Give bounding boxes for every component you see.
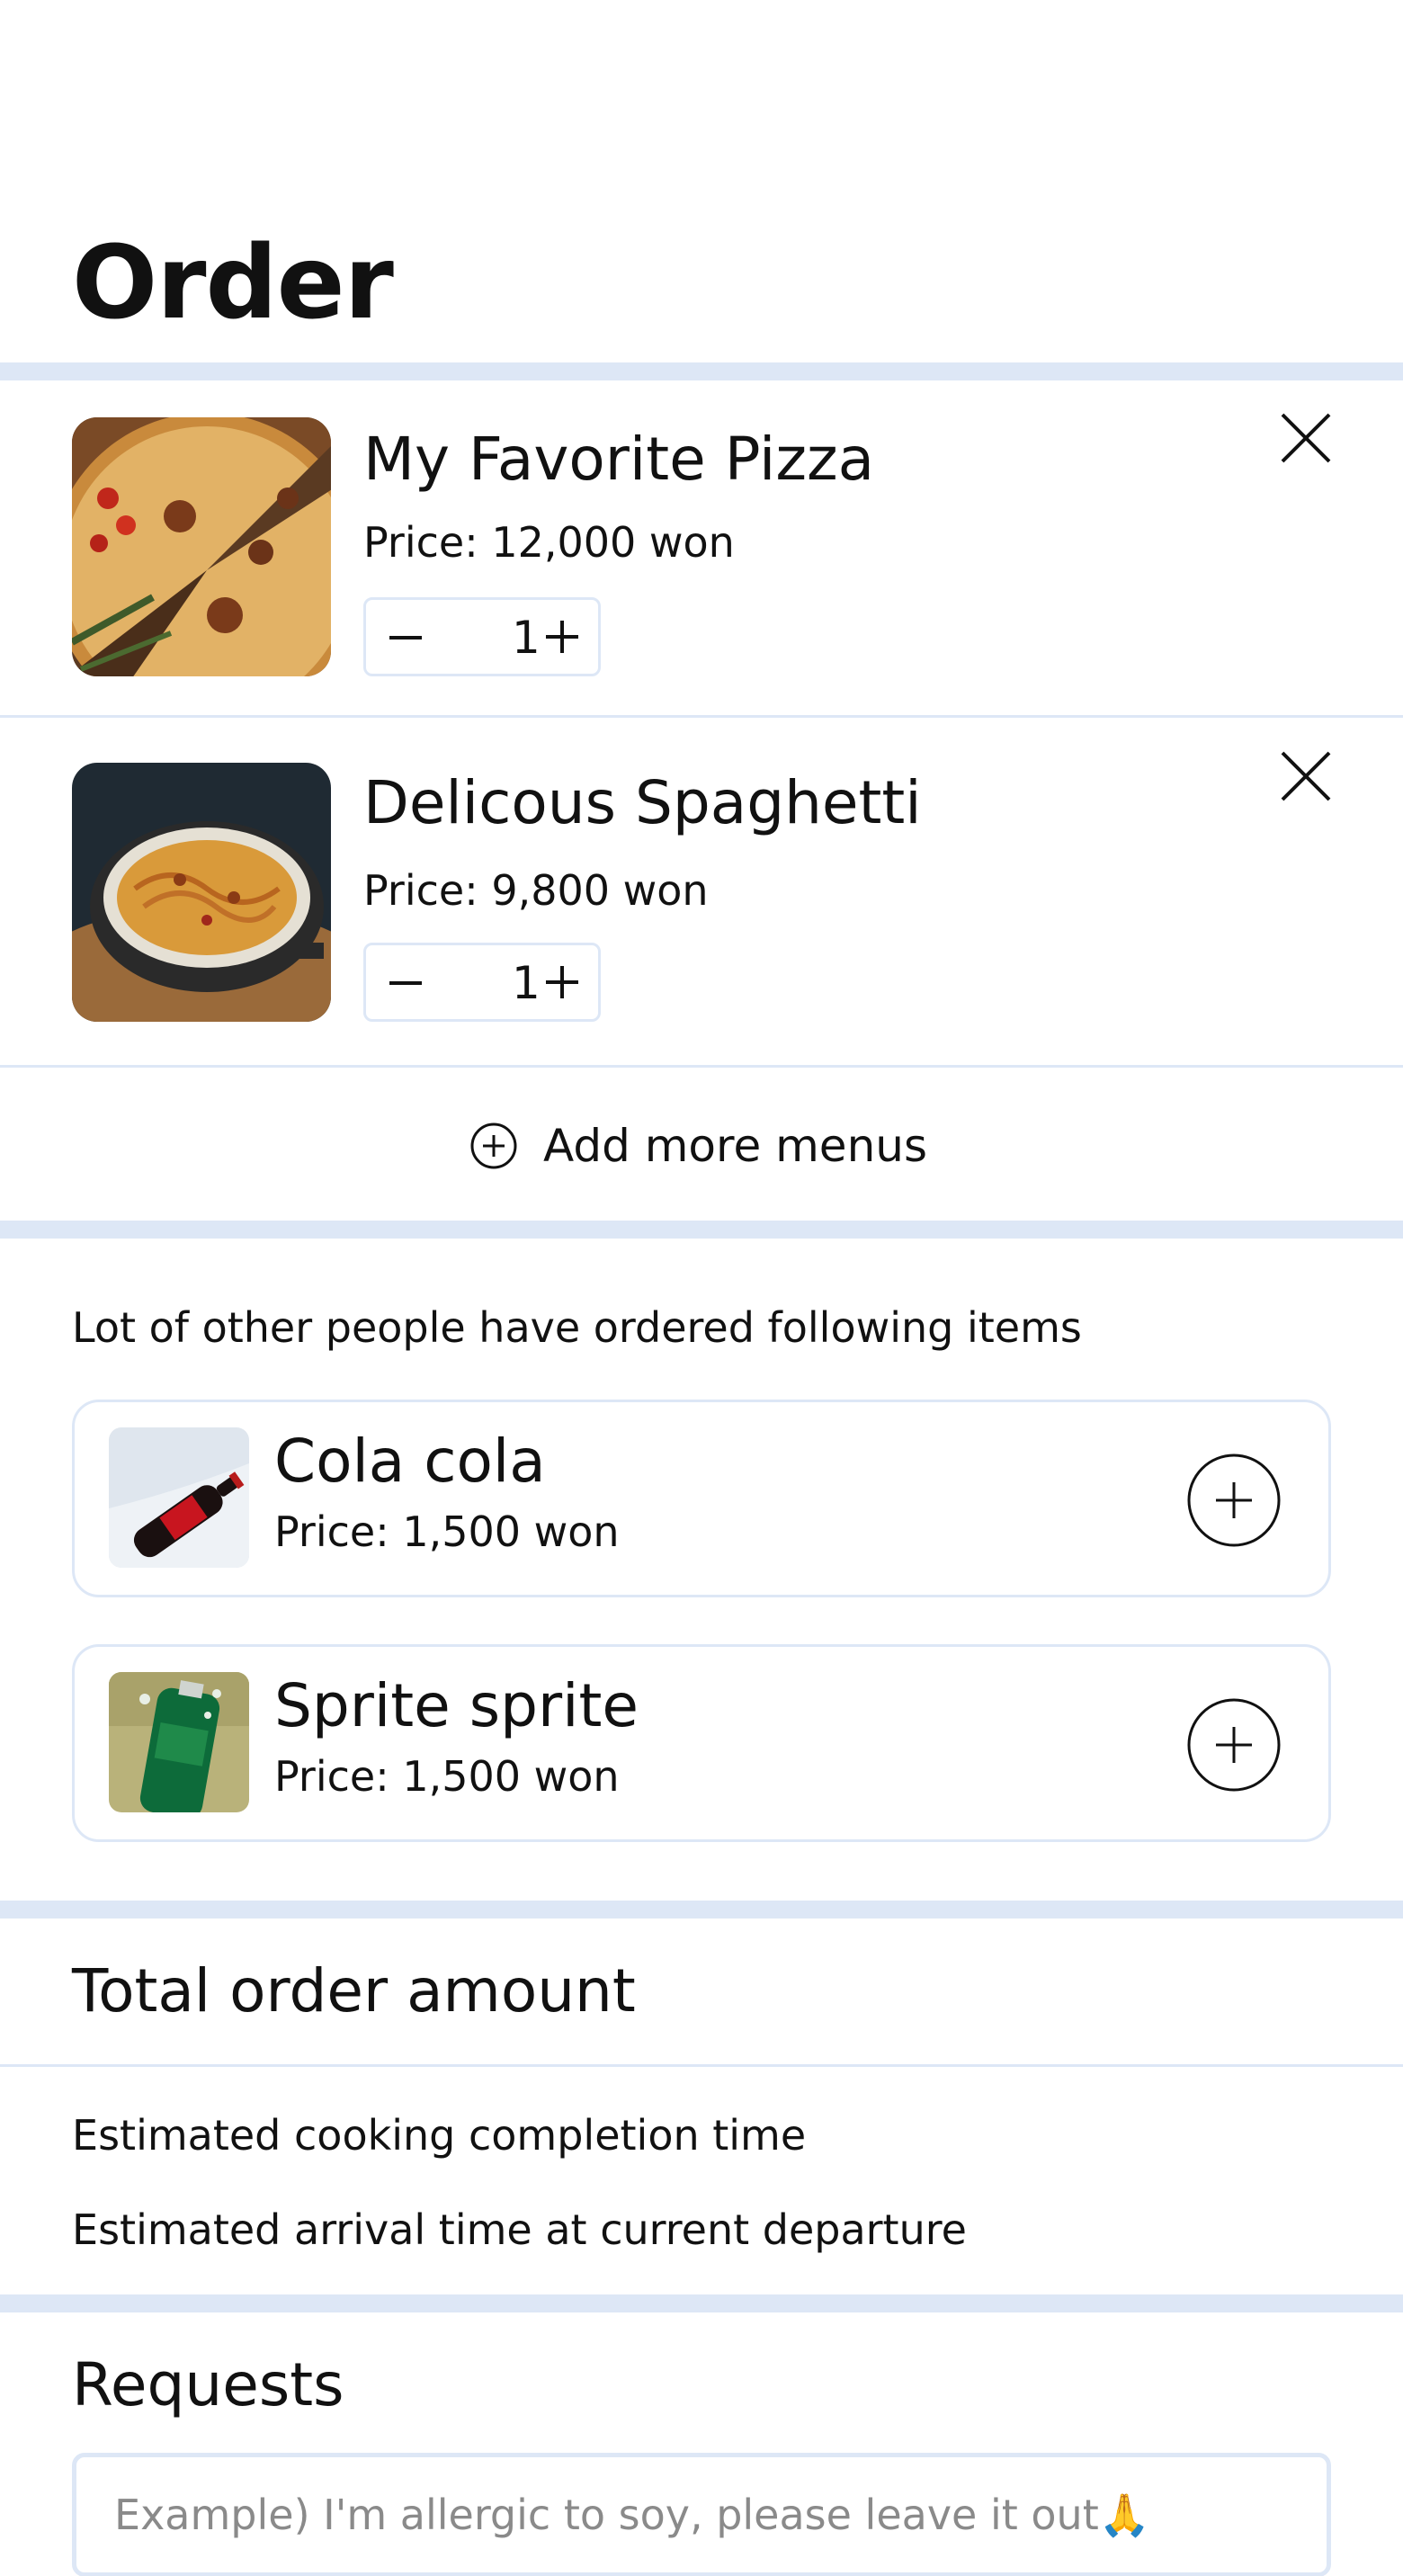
recommendation-name: Cola cola [274, 1427, 546, 1496]
add-more-menus-button[interactable]: Add more menus [0, 1068, 1403, 1221]
remove-item-button[interactable] [1277, 747, 1335, 805]
section-divider [0, 1221, 1403, 1239]
quantity-value: 1 [512, 957, 541, 1009]
cart-item-name: Delicous Spaghetti [363, 768, 922, 837]
quantity-stepper: 1 [363, 943, 601, 1022]
minus-icon[interactable] [389, 600, 425, 674]
cart-item: My Favorite Pizza Price: 12,000 won 1 [0, 380, 1403, 704]
close-icon [1281, 751, 1331, 801]
section-divider [0, 362, 1403, 380]
section-divider [0, 2294, 1403, 2312]
minus-icon[interactable] [389, 945, 425, 1019]
arrival-time-label: Estimated arrival time at current depart… [72, 2205, 967, 2254]
pizza-image [72, 417, 331, 676]
page-title: Order [72, 225, 394, 342]
quantity-value: 1 [512, 612, 541, 664]
recommendations-heading: Lot of other people have ordered followi… [72, 1303, 1082, 1352]
recommendation-card: Sprite sprite Price: 1,500 won [72, 1644, 1331, 1842]
recommendation-name: Sprite sprite [274, 1671, 639, 1740]
spaghetti-image [72, 763, 331, 1022]
section-divider [0, 1901, 1403, 1919]
cart-item-price: Price: 9,800 won [363, 866, 709, 915]
recommendation-card: Cola cola Price: 1,500 won [72, 1400, 1331, 1597]
requests-input[interactable] [72, 2453, 1331, 2576]
add-circle-icon [1187, 1698, 1281, 1792]
item-divider [0, 2064, 1403, 2067]
cooking-time-label: Estimated cooking completion time [72, 2111, 807, 2160]
cart-item: Delicous Spaghetti Price: 9,800 won 1 [0, 718, 1403, 1042]
total-order-amount-heading: Total order amount [72, 1956, 636, 2026]
add-circle-icon [1187, 1453, 1281, 1547]
quantity-stepper: 1 [363, 597, 601, 676]
cola-image [109, 1427, 249, 1568]
add-recommendation-button[interactable] [1186, 1453, 1282, 1548]
add-circle-icon [470, 1123, 517, 1169]
plus-icon[interactable] [544, 945, 584, 1019]
close-icon [1281, 413, 1331, 463]
recommendation-price: Price: 1,500 won [274, 1752, 620, 1801]
add-recommendation-button[interactable] [1186, 1697, 1282, 1793]
sprite-image [109, 1672, 249, 1812]
cart-item-price: Price: 12,000 won [363, 518, 735, 567]
remove-item-button[interactable] [1277, 409, 1335, 467]
requests-heading: Requests [72, 2350, 344, 2419]
add-more-label: Add more menus [543, 1120, 928, 1172]
recommendation-price: Price: 1,500 won [274, 1507, 620, 1556]
plus-icon[interactable] [544, 600, 584, 674]
cart-item-name: My Favorite Pizza [363, 425, 875, 494]
